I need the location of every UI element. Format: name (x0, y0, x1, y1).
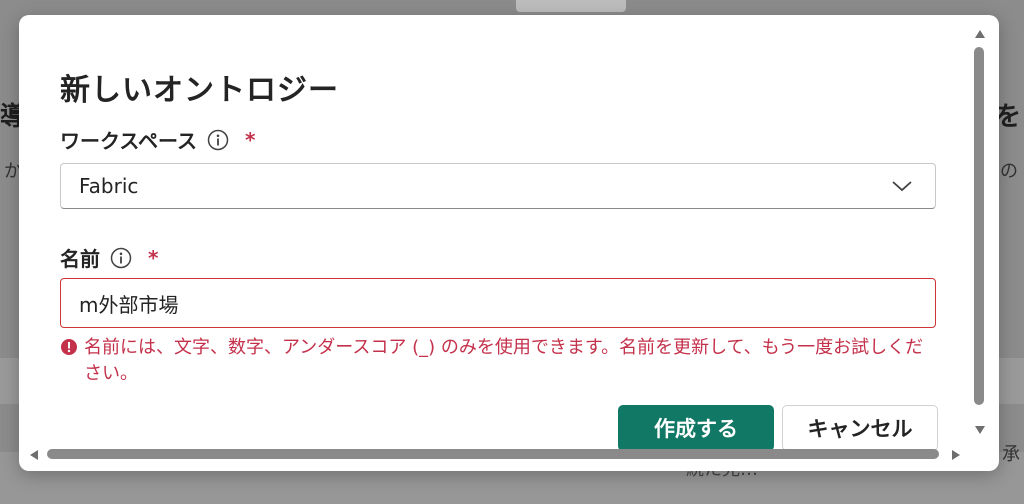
dialog-title: 新しいオントロジー (60, 73, 339, 108)
background-bottom-right-text: 承 (1002, 444, 1020, 465)
info-icon[interactable] (110, 247, 132, 269)
cancel-button[interactable]: キャンセル (782, 405, 938, 451)
background-right-subtext: の (1000, 161, 1018, 182)
scroll-right-icon[interactable] (951, 449, 961, 461)
background-card (516, 0, 626, 12)
horizontal-scrollbar-thumb[interactable] (47, 449, 939, 459)
create-button[interactable]: 作成する (618, 405, 774, 451)
name-value: m外部市場 (79, 292, 179, 317)
error-icon (61, 339, 77, 355)
workspace-dropdown[interactable]: Fabric (60, 163, 936, 209)
workspace-value: Fabric (79, 174, 139, 198)
new-ontology-dialog: 新しいオントロジー ワークスペース * Fabric 名前 * m外部市場 名前… (19, 15, 999, 471)
workspace-label: ワークスペース (60, 129, 197, 153)
name-error-message: 名前には、文字、数字、アンダースコア (_) のみを使用できます。名前を更新して… (60, 335, 940, 387)
vertical-scrollbar-thumb[interactable] (974, 47, 984, 405)
error-text: 名前には、文字、数字、アンダースコア (_) のみを使用できます。名前を更新して… (84, 337, 924, 384)
name-input[interactable]: m外部市場 (60, 278, 936, 328)
name-label: 名前 (60, 247, 100, 271)
info-icon[interactable] (207, 129, 229, 151)
workspace-label-row: ワークスペース * (60, 125, 255, 154)
scroll-up-icon[interactable] (974, 29, 986, 39)
scroll-down-icon[interactable] (974, 425, 986, 435)
workspace-required-mark: * (245, 127, 256, 152)
name-required-mark: * (148, 245, 159, 270)
name-label-row: 名前 * (60, 243, 158, 272)
chevron-down-icon (892, 181, 912, 192)
scroll-left-icon[interactable] (29, 449, 39, 461)
